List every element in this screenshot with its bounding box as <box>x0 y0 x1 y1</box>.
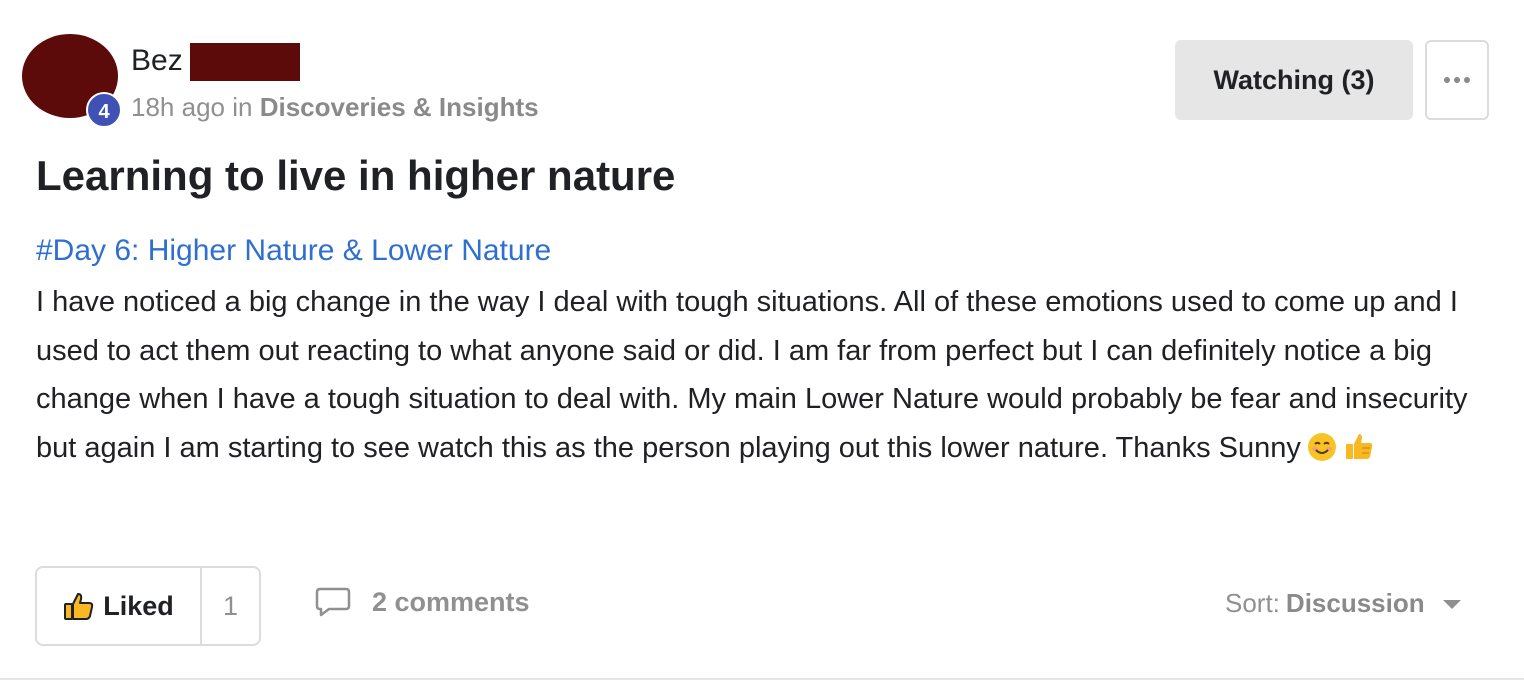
post-title: Learning to live in higher nature <box>36 152 676 199</box>
like-label: Liked <box>103 590 174 621</box>
comments-label: 2 comments <box>372 586 530 617</box>
ellipsis-icon <box>1444 77 1470 83</box>
post-body-text: I have noticed a big change in the way I… <box>36 286 1468 464</box>
in-label: in <box>232 92 253 122</box>
divider <box>0 678 1524 680</box>
thumbs-up-emoji-icon <box>1343 429 1375 478</box>
post-meta: 18h ago in Discoveries & Insights <box>131 92 539 123</box>
post-time: 18h ago <box>131 92 225 122</box>
sort-value: Discussion <box>1285 588 1425 618</box>
like-count[interactable]: 1 <box>202 568 259 644</box>
more-options-button[interactable] <box>1425 40 1489 120</box>
watching-button[interactable]: Watching (3) <box>1175 40 1413 120</box>
chevron-down-icon <box>1442 599 1461 609</box>
category-link[interactable]: Discoveries & Insights <box>260 92 539 122</box>
thumbs-up-icon <box>64 593 94 620</box>
redacted-surname <box>190 43 300 81</box>
like-control: Liked 1 <box>35 566 261 646</box>
like-button[interactable]: Liked <box>37 568 202 644</box>
sort-label: Sort: <box>1225 588 1280 618</box>
smiling-face-emoji-icon <box>1307 429 1337 478</box>
post-body: I have noticed a big change in the way I… <box>36 278 1496 477</box>
hashtag-link[interactable]: #Day 6: Higher Nature & Lower Nature <box>36 234 551 268</box>
sort-dropdown[interactable]: Sort: Discussion <box>1225 588 1463 619</box>
author-name[interactable]: Bez <box>131 44 183 78</box>
speech-bubble-icon <box>315 587 351 617</box>
level-badge: 4 <box>86 92 122 128</box>
comments-link[interactable]: 2 comments <box>314 586 530 618</box>
